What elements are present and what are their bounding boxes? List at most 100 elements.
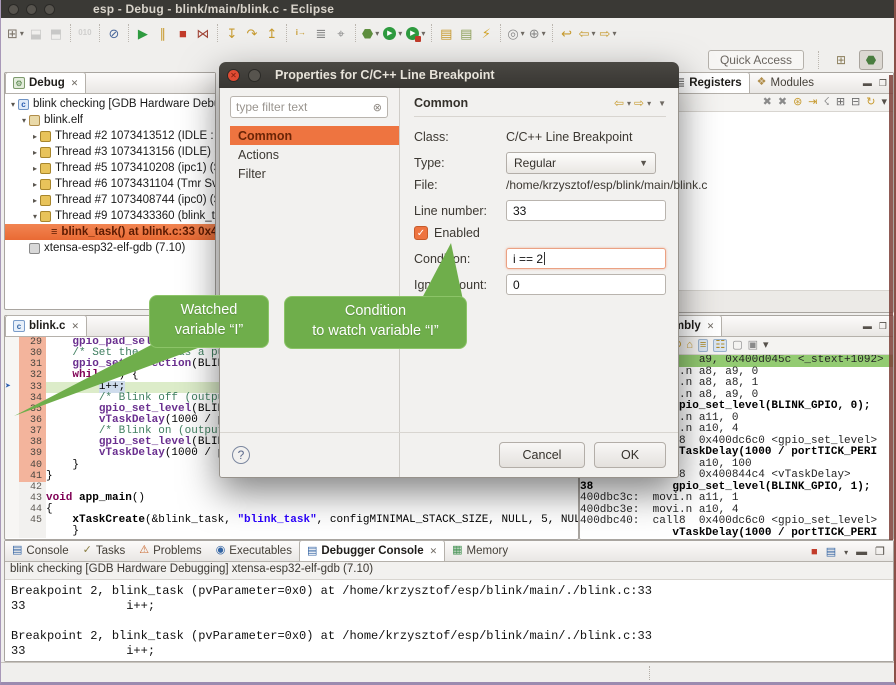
step-over-icon[interactable]: ↷ — [242, 22, 262, 44]
chevron-down-icon[interactable]: ▾ — [647, 99, 651, 108]
forward-icon[interactable]: ⇨ — [634, 96, 644, 110]
tab-memory[interactable]: ▦Memory — [445, 540, 515, 561]
tab-blink-c[interactable]: c blink.c ✕ — [5, 315, 87, 336]
last-edit-icon[interactable]: ↩ — [557, 22, 577, 44]
view-menu-icon[interactable]: ▼ — [658, 99, 666, 108]
open-perspective-icon[interactable]: ⊞ — [829, 50, 853, 70]
minimize-icon[interactable]: ▬ — [863, 78, 872, 89]
console-output[interactable]: Breakpoint 2, blink_task (pvParameter=0x… — [5, 579, 893, 661]
close-icon[interactable]: ✕ — [71, 321, 79, 332]
ok-button[interactable]: OK — [594, 442, 666, 468]
pin-view-icon[interactable]: ▣ — [748, 340, 758, 351]
instruction-stepping-icon[interactable]: i→ — [291, 22, 311, 44]
save-all-icon[interactable]: ⬒ — [46, 22, 66, 44]
forward-icon[interactable]: ⇨▾ — [598, 22, 619, 44]
code-line[interactable]: } — [5, 526, 578, 537]
debug-icon[interactable]: ⬣▾ — [360, 22, 381, 44]
chevron-down-icon[interactable]: ▾ — [592, 29, 596, 38]
editor-margin[interactable] — [5, 504, 19, 515]
tree-item[interactable]: ▸Thread #3 1073413156 (IDLE) (Suspended) — [5, 144, 215, 160]
editor-margin[interactable] — [5, 437, 19, 448]
editor-margin[interactable] — [5, 526, 19, 537]
chevron-down-icon[interactable]: ▾ — [627, 99, 631, 108]
chevron-down-icon[interactable]: ▾ — [398, 29, 402, 38]
open-element-icon[interactable]: ▤ — [436, 22, 456, 44]
save-icon[interactable]: ⬓ — [26, 22, 46, 44]
step-return-icon[interactable]: ↥ — [262, 22, 282, 44]
minimize-icon[interactable]: ▬ — [863, 321, 872, 332]
tree-collapsed-icon[interactable]: ▸ — [30, 148, 40, 157]
skip-breakpoints-icon[interactable]: ⊘ — [104, 22, 124, 44]
disconnect-icon[interactable]: ⋈ — [193, 22, 213, 44]
refresh-icon[interactable]: ↻ — [866, 97, 875, 108]
window-minimize-icon[interactable] — [26, 4, 37, 15]
chevron-down-icon[interactable]: ▾ — [844, 548, 848, 557]
editor-margin[interactable] — [5, 426, 19, 437]
tab-console[interactable]: ▤Console — [5, 540, 76, 561]
suspend-icon[interactable]: ∥ — [153, 22, 173, 44]
tab-executables[interactable]: ◉Executables — [209, 540, 299, 561]
tree-item[interactable]: ▸Thread #7 1073408744 (ipc0) (Suspended) — [5, 192, 215, 208]
code-line[interactable]: 45 xTaskCreate(&blink_task, "blink_task"… — [5, 515, 578, 526]
tab-registers[interactable]: ≣ Registers — [668, 72, 750, 93]
tree-expanded-icon[interactable]: ▾ — [30, 212, 40, 221]
tree-collapsed-icon[interactable]: ▸ — [30, 132, 40, 141]
tree-item[interactable]: ▾blink.elf — [5, 112, 215, 128]
code-line[interactable]: 43void app_main() — [5, 493, 578, 504]
enabled-checkbox[interactable]: ✓ — [414, 226, 428, 240]
tab-debugger-console[interactable]: ▤Debugger Console✕ — [299, 540, 445, 561]
editor-margin[interactable] — [5, 515, 19, 526]
step-into-icon[interactable]: ↧ — [222, 22, 242, 44]
dialog-nav-actions[interactable]: Actions — [230, 145, 399, 164]
window-maximize-icon[interactable] — [44, 4, 55, 15]
back-icon[interactable]: ⇦▾ — [577, 22, 598, 44]
toggle-mark-icon[interactable]: ◎▾ — [505, 22, 526, 44]
editor-margin[interactable] — [5, 493, 19, 504]
window-close-icon[interactable] — [8, 4, 19, 15]
expand-all-icon[interactable]: ⊞ — [836, 97, 845, 108]
ignore-count-input[interactable]: 0 — [506, 274, 666, 295]
binary-icon[interactable]: 010 — [75, 22, 95, 44]
tab-debug[interactable]: ⚙ Debug ✕ — [5, 72, 86, 93]
add-register-group-icon[interactable]: ⊛ — [793, 97, 802, 108]
tree-expanded-icon[interactable]: ▾ — [8, 100, 18, 109]
stack-frame-item[interactable]: ≡blink_task() at blink.c:33 0x400db — [5, 224, 215, 240]
chevron-down-icon[interactable]: ▾ — [421, 29, 425, 38]
clear-filter-icon[interactable]: ⊗ — [373, 101, 382, 114]
filter-input[interactable]: type filter text ⊗ — [230, 96, 388, 118]
pin-icon[interactable]: ☇ — [824, 97, 830, 108]
resume-icon[interactable]: ▶ — [133, 22, 153, 44]
editor-margin[interactable] — [5, 460, 19, 471]
view-menu-icon[interactable]: ▾ — [881, 97, 887, 108]
remove-selected-icon[interactable]: ✖ — [763, 97, 772, 108]
open-new-view-icon[interactable]: ▢ — [732, 340, 742, 351]
flash-icon[interactable]: ⚡ — [476, 22, 496, 44]
chevron-down-icon[interactable]: ▾ — [20, 29, 24, 38]
remove-all-icon[interactable]: ✖ — [778, 97, 787, 108]
disassembly-line[interactable]: 400dbc40: call8 0x400dc6c0 <gpio_set_lev… — [580, 516, 893, 528]
tree-collapsed-icon[interactable]: ▸ — [30, 196, 40, 205]
quick-access-button[interactable]: Quick Access — [708, 50, 804, 70]
tree-item[interactable]: ▸Thread #5 1073410208 (ipc1) (Suspended) — [5, 160, 215, 176]
chevron-down-icon[interactable]: ▾ — [612, 29, 616, 38]
debug-perspective-icon[interactable]: ⬣ — [859, 50, 883, 70]
close-icon[interactable]: ✕ — [71, 78, 79, 89]
run-icon[interactable]: ▶▾ — [381, 22, 404, 44]
dialog-nav-common[interactable]: Common — [230, 126, 399, 145]
maximize-icon[interactable]: ❐ — [879, 78, 887, 89]
dialog-restore-icon[interactable] — [248, 69, 261, 82]
dialog-nav-filter[interactable]: Filter — [230, 164, 399, 183]
tree-item[interactable]: ▸Thread #6 1073431104 (Tmr Svc) (Suspend… — [5, 176, 215, 192]
view-menu-icon[interactable]: ▾ — [763, 340, 769, 351]
drop-to-frame-icon[interactable]: ⌖ — [331, 22, 351, 44]
type-select[interactable]: Regular ▼ — [506, 152, 656, 174]
annotate-icon[interactable]: ⊕▾ — [527, 22, 548, 44]
condition-input[interactable]: i == 2 — [506, 248, 666, 269]
show-debug-console-icon[interactable]: ≣ — [311, 22, 331, 44]
display-console-icon[interactable]: ▤ — [826, 547, 836, 558]
tree-collapsed-icon[interactable]: ▸ — [30, 180, 40, 189]
chevron-down-icon[interactable]: ▾ — [375, 29, 379, 38]
tree-item[interactable]: ▸Thread #2 1073413512 (IDLE : Running) — [5, 128, 215, 144]
new-wizard-icon[interactable]: ⊞▾ — [5, 22, 26, 44]
home-icon[interactable]: ⌂ — [686, 340, 693, 351]
